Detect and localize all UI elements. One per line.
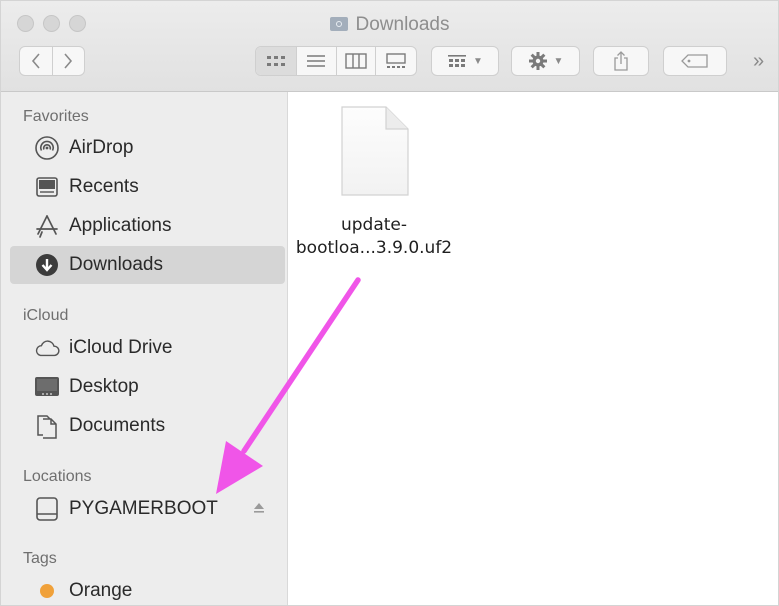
file-item[interactable]: update- bootloa...3.9.0.uf2 <box>288 98 460 268</box>
sidebar-item-documents[interactable]: Documents <box>10 407 285 445</box>
sidebar-item-tag-orange[interactable]: Orange <box>10 572 285 605</box>
sidebar-item-downloads[interactable]: Downloads <box>10 246 285 284</box>
file-icon <box>341 106 409 196</box>
gallery-view-button[interactable] <box>376 47 416 75</box>
sidebar-item-pygamerboot[interactable]: PYGAMERBOOT <box>10 490 285 528</box>
eject-icon[interactable] <box>253 502 265 514</box>
sidebar-item-label: AirDrop <box>69 137 134 158</box>
sidebar-item-icloud-drive[interactable]: iCloud Drive <box>10 329 285 367</box>
folder-icon <box>329 17 348 31</box>
sidebar-item-label: Desktop <box>69 376 139 397</box>
file-name: update- bootloa...3.9.0.uf2 <box>288 214 460 260</box>
toolbar: Downloads ▼ ▼ » <box>1 1 778 92</box>
recents-icon <box>34 174 60 200</box>
sidebar-item-airdrop[interactable]: AirDrop <box>10 129 285 167</box>
airdrop-icon <box>34 135 60 161</box>
window-title-text: Downloads <box>355 14 450 35</box>
finder-window: Downloads ▼ ▼ » Favorites AirDrop Recent… <box>0 0 779 606</box>
group-icon <box>448 55 467 67</box>
navigation-buttons <box>19 46 85 76</box>
downloads-icon <box>34 252 60 278</box>
tag-icon <box>681 54 708 68</box>
sidebar-item-label: Orange <box>69 580 133 601</box>
list-view-button[interactable] <box>297 47 337 75</box>
sidebar-item-label: Recents <box>69 176 139 197</box>
file-name-line-1: update- <box>340 215 408 235</box>
icloud-header: iCloud <box>23 307 69 324</box>
sidebar-item-label: PYGAMERBOOT <box>69 498 218 519</box>
cloud-icon <box>34 335 60 361</box>
icon-view-button[interactable] <box>256 47 297 75</box>
chevron-right-icon <box>64 53 73 69</box>
column-view-icon <box>345 53 367 69</box>
file-name-line-2: bootloa...3.9.0.uf2 <box>295 238 453 258</box>
orange-tag-dot-icon <box>34 578 60 604</box>
sidebar-item-label: Documents <box>69 415 166 436</box>
gallery-view-icon <box>386 53 406 68</box>
sidebar-item-label: Applications <box>69 215 172 236</box>
sidebar: Favorites AirDrop Recents Applications D… <box>1 92 288 605</box>
sidebar-item-applications[interactable]: Applications <box>10 207 285 245</box>
edit-tags-button[interactable] <box>663 46 727 76</box>
forward-button[interactable] <box>53 47 85 75</box>
drive-icon <box>34 496 60 522</box>
icon-view-icon <box>266 56 285 66</box>
documents-icon <box>34 413 60 439</box>
toolbar-overflow-button[interactable]: » <box>753 50 764 73</box>
action-button[interactable]: ▼ <box>511 46 580 76</box>
file-browser-area[interactable]: update- bootloa...3.9.0.uf2 <box>288 92 778 605</box>
back-button[interactable] <box>20 47 53 75</box>
gear-icon <box>528 52 547 70</box>
column-view-button[interactable] <box>337 47 377 75</box>
share-icon <box>614 51 628 71</box>
share-button[interactable] <box>593 46 649 76</box>
view-mode-control <box>255 46 417 76</box>
chevron-left-icon <box>31 53 40 69</box>
chevron-down-icon: ▼ <box>553 55 564 67</box>
sidebar-item-label: Downloads <box>69 254 163 275</box>
sidebar-item-recents[interactable]: Recents <box>10 168 285 206</box>
sidebar-item-desktop[interactable]: Desktop <box>10 368 285 406</box>
chevron-down-icon: ▼ <box>473 55 483 67</box>
locations-header: Locations <box>23 468 92 485</box>
favorites-header: Favorites <box>23 108 89 125</box>
window-title: Downloads <box>1 14 778 36</box>
tags-header: Tags <box>23 550 57 567</box>
sidebar-item-label: iCloud Drive <box>69 337 173 358</box>
desktop-icon <box>34 374 60 400</box>
group-by-button[interactable]: ▼ <box>431 46 499 76</box>
applications-icon <box>34 213 60 239</box>
list-view-icon <box>307 55 326 67</box>
